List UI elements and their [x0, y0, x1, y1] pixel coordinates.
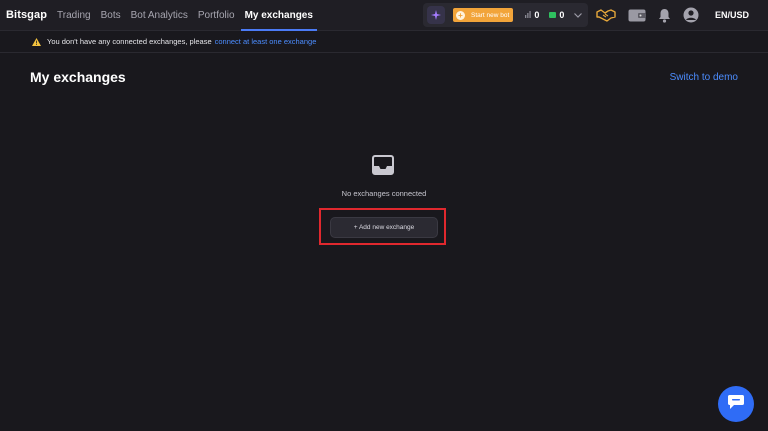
green-square-icon: [549, 10, 557, 20]
chat-support-button[interactable]: [718, 386, 754, 422]
start-new-bot-label: Start new bot: [471, 11, 510, 19]
locale-selector[interactable]: EN/USD: [715, 10, 749, 20]
brand-logo[interactable]: Bitsgap: [6, 9, 47, 21]
page-title: My exchanges: [30, 69, 126, 85]
wallet-icon[interactable]: [628, 9, 646, 22]
user-avatar-icon[interactable]: [683, 7, 699, 23]
warning-icon: [32, 37, 41, 46]
bots-counter[interactable]: 0: [525, 10, 539, 20]
notice-text: You don't have any connected exchanges, …: [47, 37, 212, 46]
active-count: 0: [559, 10, 565, 20]
sparkle-icon[interactable]: [427, 6, 445, 24]
inbox-icon: [372, 155, 394, 180]
bot-summary-box[interactable]: + Start new bot 0 0: [423, 3, 589, 27]
empty-state-text: No exchanges connected: [341, 189, 427, 198]
bot-quick-panel: + Start new bot 0 0: [423, 3, 589, 27]
main-nav: Trading Bots Bot Analytics Portfolio My …: [57, 0, 323, 31]
bar-chart-icon: [525, 10, 532, 20]
bell-icon[interactable]: [658, 8, 671, 23]
plus-circle-icon: +: [456, 10, 465, 20]
handshake-icon[interactable]: [596, 8, 616, 22]
start-new-bot-button[interactable]: + Start new bot: [453, 8, 514, 22]
nav-item-portfolio[interactable]: Portfolio: [198, 0, 235, 31]
chevron-down-icon[interactable]: [574, 10, 583, 20]
nav-item-bots[interactable]: Bots: [101, 0, 121, 31]
header-icons: EN/USD: [596, 5, 749, 25]
bots-count: 0: [534, 10, 540, 20]
top-navbar: Bitsgap Trading Bots Bot Analytics Portf…: [0, 0, 768, 31]
switch-to-demo-link[interactable]: Switch to demo: [670, 72, 738, 83]
nav-item-trading[interactable]: Trading: [57, 0, 91, 31]
nav-item-bot-analytics[interactable]: Bot Analytics: [131, 0, 188, 31]
nav-item-my-exchanges[interactable]: My exchanges: [240, 0, 318, 31]
connect-exchange-link[interactable]: connect at least one exchange: [215, 37, 317, 46]
active-counter[interactable]: 0: [549, 10, 564, 20]
chat-bubble-icon: [727, 394, 745, 415]
add-new-exchange-button[interactable]: + Add new exchange: [330, 217, 438, 238]
no-exchanges-notice: You don't have any connected exchanges, …: [0, 31, 768, 53]
